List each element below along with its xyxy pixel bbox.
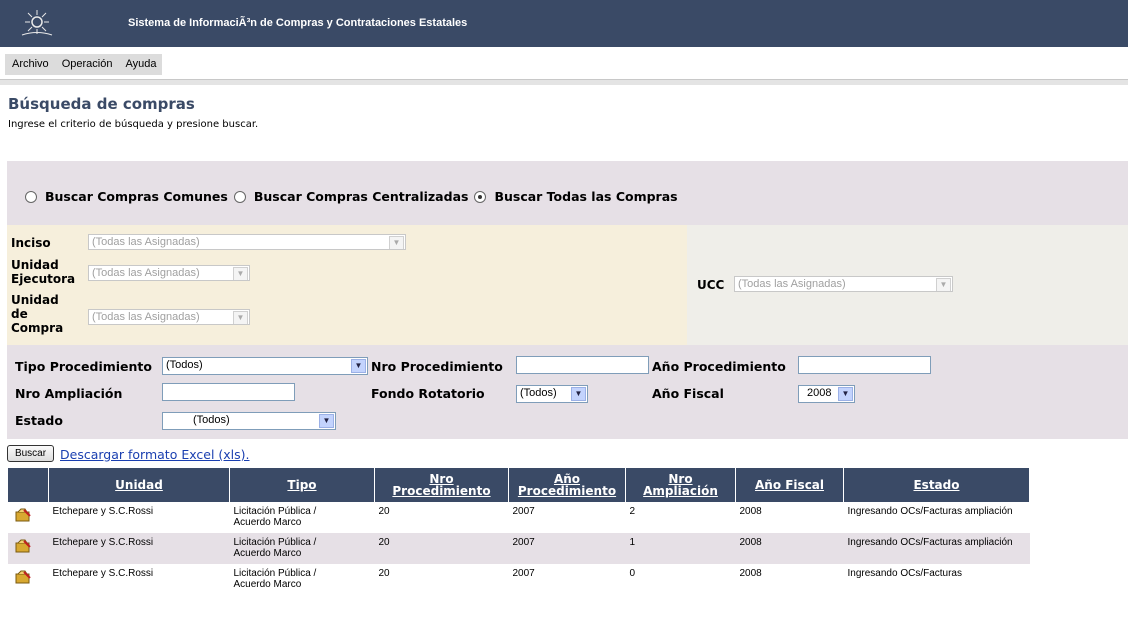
cell-nro-procedimiento: 20 (374, 533, 509, 564)
anio-fiscal-label: Año Fiscal (652, 386, 724, 401)
menu-ayuda[interactable]: Ayuda (118, 54, 162, 75)
chevron-down-icon: ▼ (571, 387, 586, 401)
edit-folder-icon[interactable] (7, 502, 49, 533)
cell-anio-procedimiento: 2007 (508, 533, 626, 564)
cell-tipo: Licitación Pública / Acuerdo Marco (229, 533, 375, 564)
edit-folder-icon[interactable] (7, 533, 49, 564)
fondo-rotatorio-label: Fondo Rotatorio (371, 386, 485, 401)
nro-procedimiento-label: Nro Procedimiento (371, 359, 503, 374)
cell-tipo: Licitación Pública / Acuerdo Marco (229, 502, 375, 533)
anio-procedimiento-label: Año Procedimiento (652, 359, 786, 374)
anio-fiscal-select[interactable]: 2008 ▼ (798, 385, 855, 403)
unidad-ejecutora-select[interactable]: (Todas las Asignadas) ▼ (88, 265, 250, 281)
cell-nro-procedimiento: 20 (374, 502, 509, 533)
cell-nro-ampliacion: 0 (625, 564, 736, 595)
table-row[interactable]: Etchepare y S.C.Rossi Licitación Pública… (7, 564, 1030, 595)
buscar-button[interactable]: Buscar (7, 445, 54, 462)
app-header: Sistema de InformaciÃ³n de Compras y Con… (0, 0, 1128, 47)
cell-estado: Ingresando OCs/Facturas (843, 564, 1030, 595)
table-row[interactable]: Etchepare y S.C.Rossi Licitación Pública… (7, 502, 1030, 533)
anio-procedimiento-input[interactable] (798, 356, 931, 374)
inciso-select[interactable]: (Todas las Asignadas) ▼ (88, 234, 406, 250)
edit-folder-icon[interactable] (7, 564, 49, 595)
unidad-compra-select[interactable]: (Todas las Asignadas) ▼ (88, 309, 250, 325)
chevron-down-icon: ▼ (319, 414, 334, 428)
nro-ampliacion-label: Nro Ampliación (15, 386, 123, 401)
inciso-label: Inciso (11, 236, 51, 250)
fondo-rotatorio-select-value: (Todos) (520, 387, 557, 399)
col-anio-fiscal[interactable]: Año Fiscal (735, 468, 844, 502)
radio-compras-comunes[interactable] (25, 190, 37, 203)
search-mode-panel: Buscar Compras Comunes Buscar Compras Ce… (7, 161, 1128, 225)
cell-anio-fiscal: 2008 (735, 564, 844, 595)
page-instructions: Ingrese el criterio de búsqueda y presio… (8, 119, 259, 130)
cell-unidad: Etchepare y S.C.Rossi (48, 533, 230, 564)
col-estado[interactable]: Estado (843, 468, 1030, 502)
ucc-label: UCC (697, 278, 725, 292)
sun-emblem-icon (21, 10, 53, 36)
col-unidad[interactable]: Unidad (48, 468, 230, 502)
header-divider (0, 79, 1128, 85)
page-title: Búsqueda de compras (8, 95, 195, 113)
cell-nro-ampliacion: 1 (625, 533, 736, 564)
unidad-compra-label: Unidad de Compra (11, 293, 64, 335)
tipo-procedimiento-select-value: (Todos) (166, 359, 203, 371)
radio-todas-compras[interactable] (474, 190, 487, 203)
results-table: Unidad Tipo Nro Procedimiento Año Procedim… (7, 468, 1030, 595)
cell-estado: Ingresando OCs/Facturas ampliación (843, 502, 1030, 533)
cell-nro-procedimiento: 20 (374, 564, 509, 595)
download-excel-link[interactable]: Descargar formato Excel (xls). (60, 447, 250, 462)
cell-unidad: Etchepare y S.C.Rossi (48, 502, 230, 533)
cell-anio-fiscal: 2008 (735, 502, 844, 533)
col-anio-procedimiento[interactable]: Año Procedimiento (508, 468, 626, 502)
col-icon (7, 468, 49, 502)
menu-archivo[interactable]: Archivo (5, 54, 55, 75)
table-row[interactable]: Etchepare y S.C.Rossi Licitación Pública… (7, 533, 1030, 564)
cell-anio-procedimiento: 2007 (508, 564, 626, 595)
app-title: Sistema de InformaciÃ³n de Compras y Con… (128, 17, 468, 29)
cell-unidad: Etchepare y S.C.Rossi (48, 564, 230, 595)
col-nro-procedimiento[interactable]: Nro Procedimiento (374, 468, 509, 502)
cell-nro-ampliacion: 2 (625, 502, 736, 533)
col-nro-ampliacion[interactable]: Nro Ampliación (625, 468, 736, 502)
chevron-down-icon: ▼ (351, 359, 366, 373)
unidad-compra-select-value: (Todas las Asignadas) (92, 311, 200, 323)
radio-compras-centralizadas[interactable] (233, 190, 246, 203)
radio-todas-compras-label: Buscar Todas las Compras (494, 189, 678, 204)
menu-operacion[interactable]: Operación (55, 54, 119, 75)
estado-select[interactable]: (Todos) ▼ (162, 412, 336, 430)
cell-anio-procedimiento: 2007 (508, 502, 626, 533)
chevron-down-icon: ▼ (233, 267, 248, 280)
chevron-down-icon: ▼ (936, 278, 951, 291)
ucc-select-value: (Todas las Asignadas) (738, 278, 846, 290)
inciso-select-value: (Todas las Asignadas) (92, 236, 200, 248)
anio-fiscal-select-value: 2008 (807, 387, 832, 399)
chevron-down-icon: ▼ (838, 387, 853, 401)
nro-ampliacion-input[interactable] (162, 383, 295, 401)
menu-bar: Archivo Operación Ayuda (0, 51, 1128, 75)
cell-tipo: Licitación Pública / Acuerdo Marco (229, 564, 375, 595)
org-filter-panel: Inciso (Todas las Asignadas) ▼ Unidad Ej… (7, 225, 687, 345)
radio-compras-comunes-label: Buscar Compras Comunes (45, 189, 228, 204)
unidad-ejecutora-label: Unidad Ejecutora (11, 258, 76, 286)
cell-estado: Ingresando OCs/Facturas ampliación (843, 533, 1030, 564)
table-header-row: Unidad Tipo Nro Procedimiento Año Procedim… (7, 468, 1030, 502)
chevron-down-icon: ▼ (233, 311, 248, 324)
ucc-filter-panel: UCC (Todas las Asignadas) ▼ (687, 225, 1128, 345)
fondo-rotatorio-select[interactable]: (Todos) ▼ (516, 385, 588, 403)
tipo-procedimiento-label: Tipo Procedimiento (15, 359, 152, 374)
estado-select-value: (Todos) (193, 414, 230, 426)
col-tipo[interactable]: Tipo (229, 468, 375, 502)
cell-anio-fiscal: 2008 (735, 533, 844, 564)
radio-compras-centralizadas-label: Buscar Compras Centralizadas (253, 189, 469, 204)
chevron-down-icon: ▼ (389, 236, 404, 249)
unidad-ejecutora-select-value: (Todas las Asignadas) (92, 267, 200, 279)
estado-label: Estado (15, 413, 63, 428)
nro-procedimiento-input[interactable] (516, 356, 649, 374)
ucc-select[interactable]: (Todas las Asignadas) ▼ (734, 276, 953, 292)
procedure-filter-panel: Tipo Procedimiento (Todos) ▼ Nro Procedi… (7, 345, 1128, 439)
tipo-procedimiento-select[interactable]: (Todos) ▼ (162, 357, 368, 375)
